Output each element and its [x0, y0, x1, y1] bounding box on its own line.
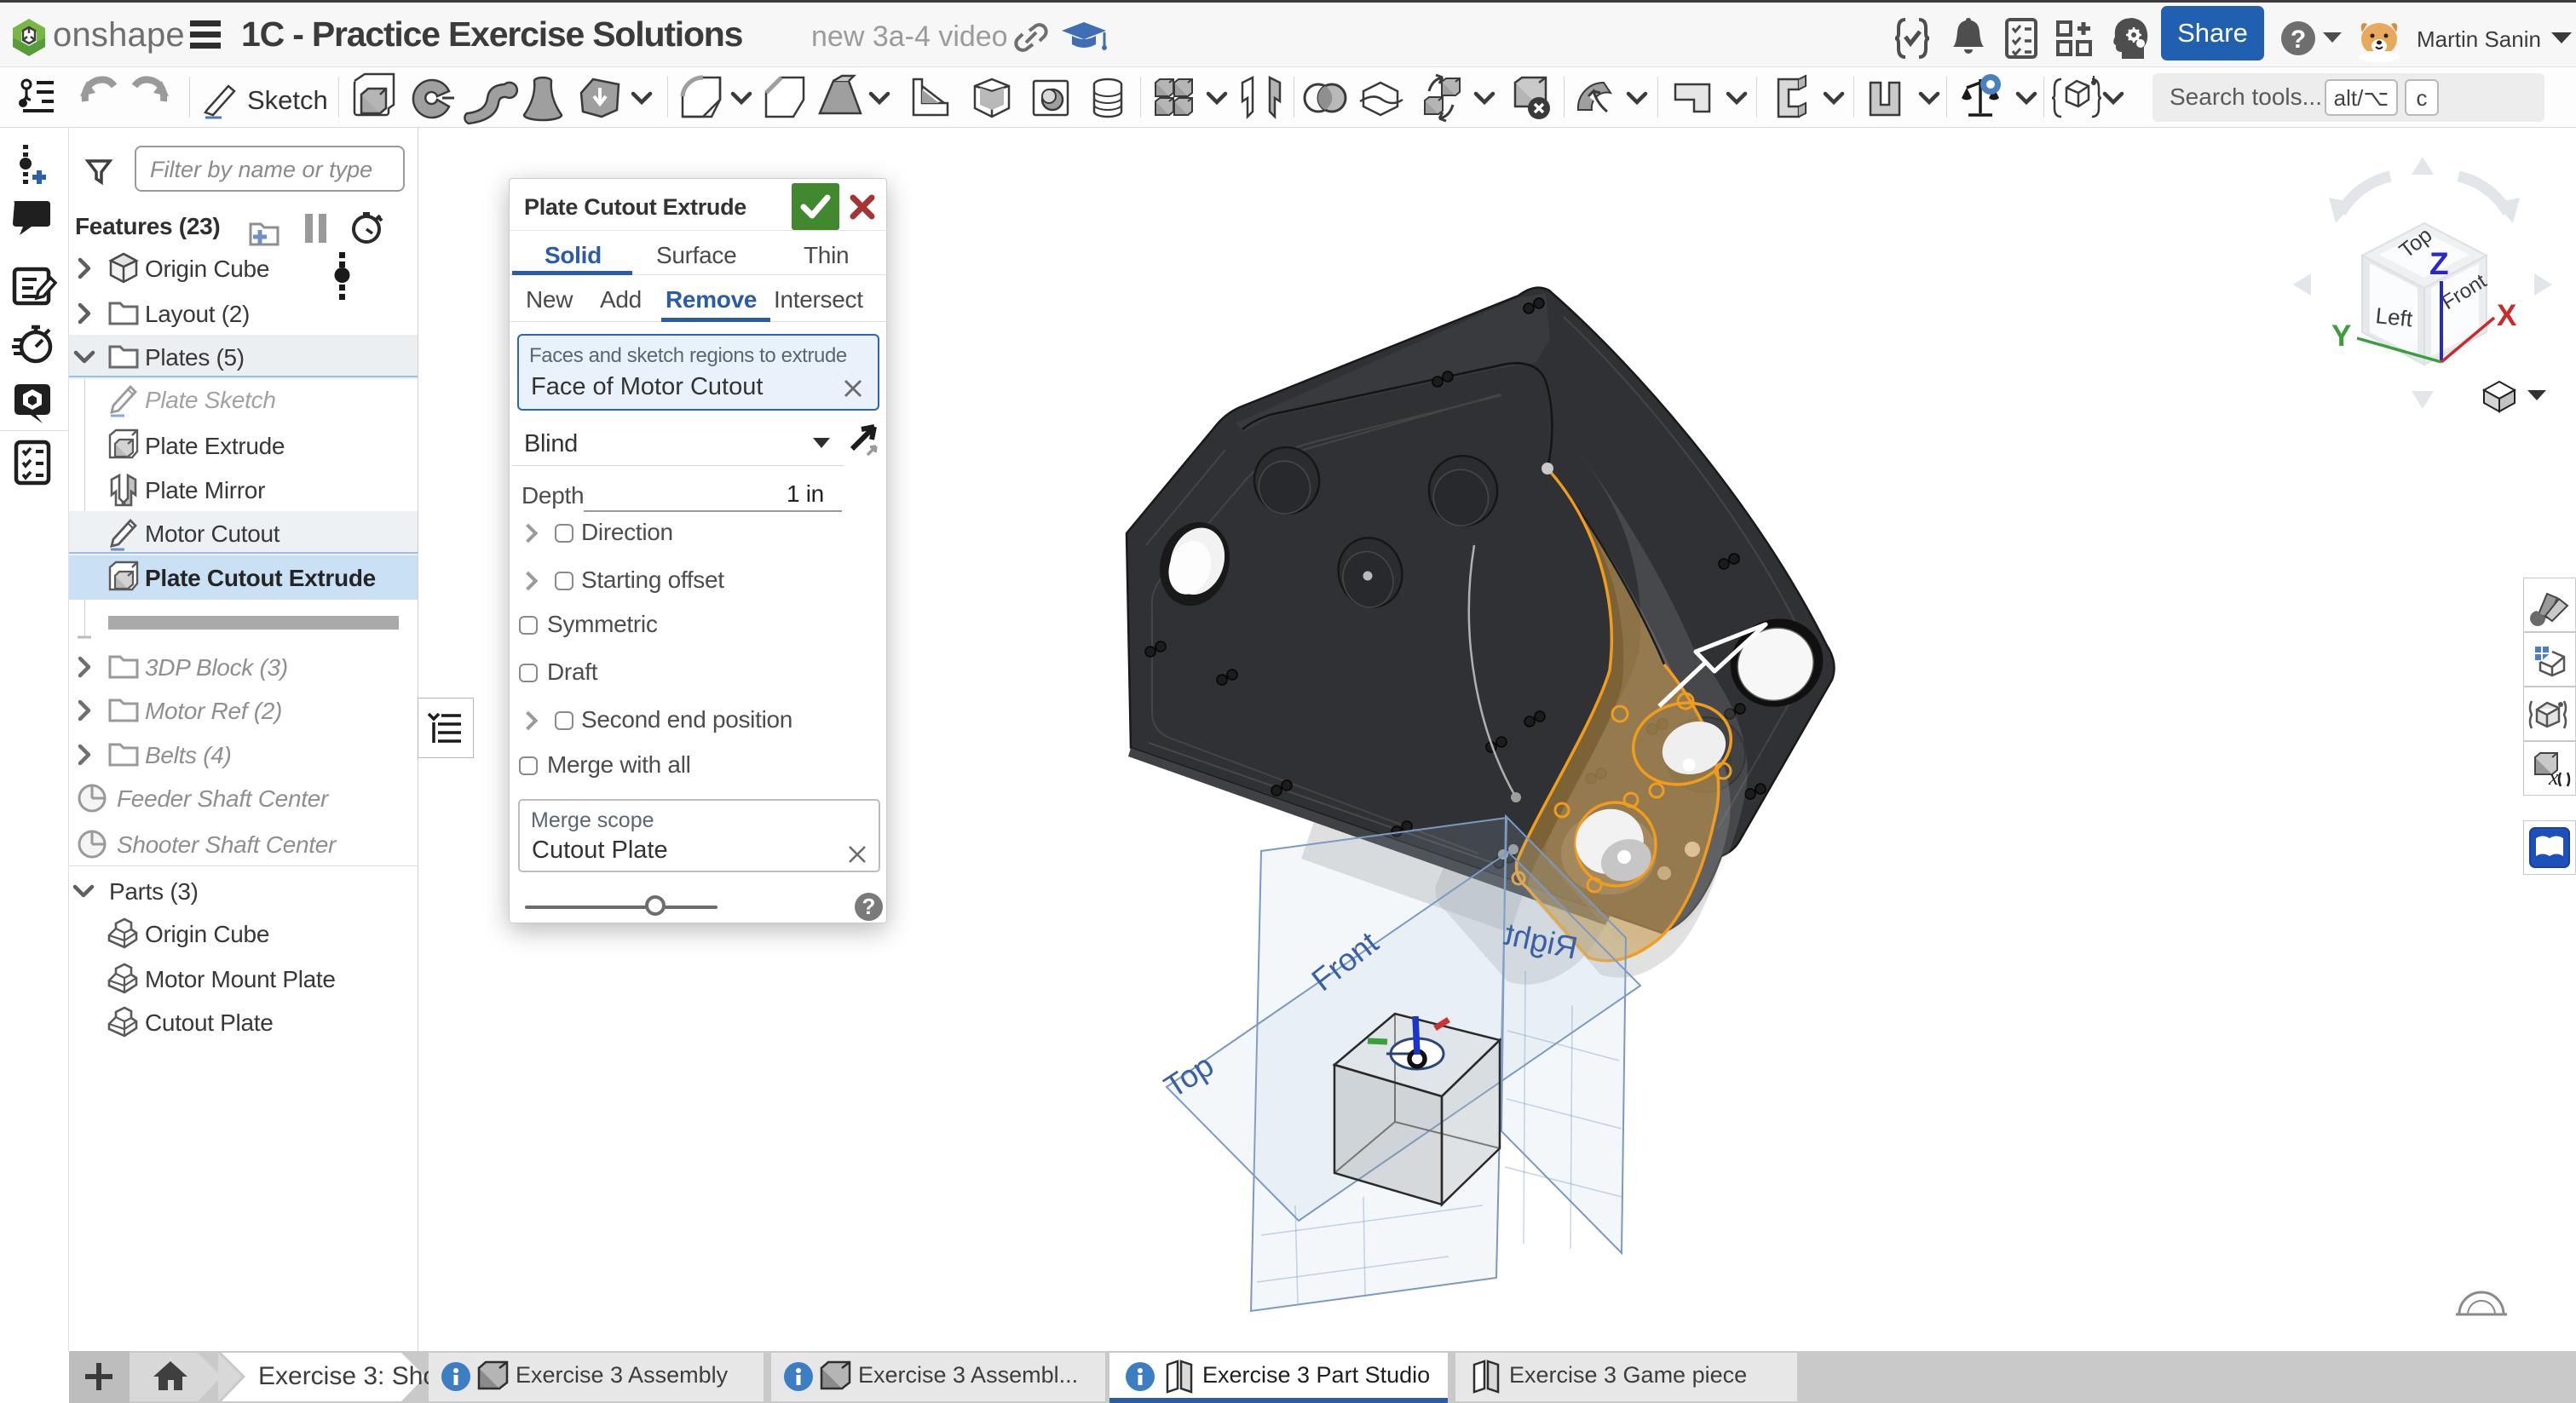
svg-text:X: X — [2497, 299, 2517, 332]
svg-text:Left: Left — [2374, 302, 2414, 331]
svg-text:x: x — [2548, 765, 2559, 790]
svg-text:Z: Z — [2429, 246, 2449, 281]
svg-text:Y: Y — [2331, 319, 2351, 353]
svg-text:?: ? — [2291, 26, 2306, 54]
